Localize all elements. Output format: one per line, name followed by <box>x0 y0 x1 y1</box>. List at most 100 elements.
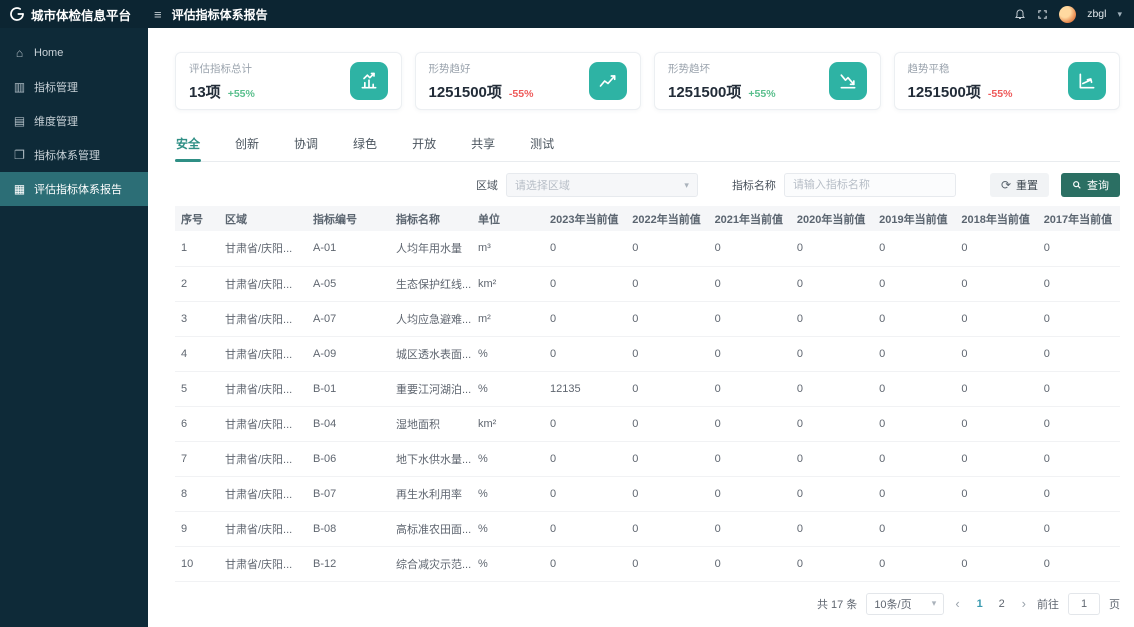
column-header: 区域 <box>219 206 307 231</box>
tab-开放[interactable]: 开放 <box>411 127 437 161</box>
menu-collapse-icon[interactable]: ≡ <box>154 7 162 22</box>
topbar-actions: zbgl ▾ <box>1014 5 1134 23</box>
tab-绿色[interactable]: 绿色 <box>352 127 378 161</box>
indicator-table: 序号 区域 指标编号 指标名称 单位 2023年当前值 2022年当前值 2021年当前值 20… <box>175 206 1120 582</box>
table-cell: 0 <box>1037 301 1120 337</box>
goto-label: 前往 <box>1037 598 1059 611</box>
table-cell: B-06 <box>307 441 390 477</box>
tab-测试[interactable]: 测试 <box>529 127 555 161</box>
table-cell: 0 <box>790 336 874 372</box>
card-delta-badge: -55% <box>508 87 534 100</box>
table-cell: 0 <box>1037 406 1120 442</box>
table-cell: 0 <box>708 476 791 512</box>
table-cell: 0 <box>955 301 1038 337</box>
page-number-1[interactable]: 1 <box>971 598 989 610</box>
table-cell: 0 <box>544 301 627 337</box>
column-header: 2017年当前值 <box>1037 206 1120 231</box>
table-cell: B-01 <box>307 371 390 407</box>
table-cell: % <box>472 476 544 512</box>
table-cell: 10 <box>175 546 219 582</box>
next-page-button[interactable]: › <box>1020 596 1028 611</box>
column-header: 2022年当前值 <box>626 206 709 231</box>
tab-安全[interactable]: 安全 <box>175 127 202 162</box>
table-cell: 6 <box>175 406 219 442</box>
table-cell: 0 <box>708 441 791 477</box>
goto-page-input[interactable] <box>1068 592 1100 615</box>
card-delta-badge: -55% <box>987 87 1013 100</box>
card-title: 趋势平稳 <box>907 62 950 75</box>
table-cell: 0 <box>955 441 1038 477</box>
tab-共享[interactable]: 共享 <box>470 127 496 161</box>
bell-icon[interactable] <box>1014 8 1026 20</box>
table-cell: % <box>472 511 544 547</box>
sidebar-item-dimension-management[interactable]: ▤ 维度管理 <box>0 104 148 138</box>
app-root: 城市体检信息平台 ≡ 评估指标体系报告 zbgl ▾ ⌂ Home ▥ 指标管理 ▤ 维度… <box>0 0 1134 627</box>
table-cell: 0 <box>873 336 956 372</box>
fullscreen-icon[interactable] <box>1037 9 1048 20</box>
column-header: 2023年当前值 <box>544 206 627 231</box>
table-cell: 0 <box>955 476 1038 512</box>
prev-page-button[interactable]: ‹ <box>953 596 961 611</box>
table-cell: 1 <box>175 231 219 267</box>
table-row: 10 甘肃省/庆阳... B-12 综合减灾示范...% 0 0 0 0 0 0 0 <box>175 546 1120 582</box>
table-cell: 0 <box>873 371 956 407</box>
chevron-down-icon[interactable]: ▾ <box>1117 9 1122 20</box>
table-cell: 0 <box>1037 336 1120 372</box>
table-cell: 0 <box>1037 511 1120 547</box>
folder-icon: ❐ <box>14 148 25 162</box>
table-cell: 0 <box>708 546 791 582</box>
tab-协调[interactable]: 协调 <box>293 127 319 161</box>
table-cell: 0 <box>955 231 1038 267</box>
stat-card-4: 趋势平稳 1251500项 -55% <box>893 52 1120 110</box>
table-cell: km² <box>472 266 544 302</box>
chevron-down-icon: ▾ <box>931 598 937 608</box>
table-cell: 0 <box>955 511 1038 547</box>
table-cell: 8 <box>175 476 219 512</box>
page-number-2[interactable]: 2 <box>993 598 1011 610</box>
table-cell: 0 <box>626 441 709 477</box>
table-cell: 0 <box>544 441 627 477</box>
region-select[interactable]: 请选择区域 ▾ <box>505 173 698 197</box>
table-cell: 0 <box>790 476 874 512</box>
user-avatar[interactable] <box>1059 5 1077 23</box>
table-cell: 0 <box>955 336 1038 372</box>
card-delta-badge: +55% <box>227 87 255 100</box>
stat-card-2: 形势趋好 1251500项 -55% <box>414 52 641 110</box>
home-icon: ⌂ <box>15 46 24 60</box>
table-cell: 0 <box>873 476 956 512</box>
username: zbgl <box>1087 8 1107 20</box>
page-size-select[interactable]: 10条/页 ▾ <box>866 592 945 615</box>
table-cell: 0 <box>626 266 709 302</box>
table-row: 9 甘肃省/庆阳... B-08 高标准农田面...% 0 0 0 0 0 0 0 <box>175 511 1120 547</box>
refresh-icon: ⟳ <box>1000 178 1011 192</box>
table-cell: 0 <box>873 441 956 477</box>
table-cell: 0 <box>626 371 709 407</box>
table-cell: 再生水利用率 <box>390 476 472 512</box>
top-bar: 城市体检信息平台 ≡ 评估指标体系报告 zbgl ▾ <box>0 0 1134 28</box>
sidebar-item-label: 维度管理 <box>34 116 78 128</box>
table-row: 5 甘肃省/庆阳... B-01 重要江河湖泊...% 12135 0 0 0 0 0 0 <box>175 371 1120 407</box>
reset-button[interactable]: ⟳ 重置 <box>989 173 1049 197</box>
card-title: 形势趋坏 <box>668 62 710 75</box>
column-header: 2019年当前值 <box>873 206 956 231</box>
sidebar-item-evaluation-report[interactable]: ▦ 评估指标体系报告 <box>0 172 148 206</box>
search-button[interactable]: 查询 <box>1061 173 1120 197</box>
sidebar-item-indicator-management[interactable]: ▥ 指标管理 <box>0 70 148 104</box>
table-cell: 0 <box>626 231 709 267</box>
table-cell: 0 <box>708 301 791 337</box>
search-icon <box>1072 180 1082 190</box>
sidebar-item-indicator-system-management[interactable]: ❐ 指标体系管理 <box>0 138 148 172</box>
card-value: 1251500项 <box>428 83 502 101</box>
bar-chart-icon <box>349 62 388 100</box>
table-cell: % <box>472 546 544 582</box>
table-cell: 0 <box>790 441 874 477</box>
table-cell: 0 <box>626 476 709 512</box>
table-body: 1 甘肃省/庆阳... A-01 人均年用水量 m³ 0 0 0 0 0 0 0 2 甘肃省/庆阳... A… <box>175 231 1120 582</box>
table-cell: 3 <box>175 301 219 337</box>
card-delta-badge: +55% <box>748 87 776 100</box>
indicator-name-input[interactable] <box>783 173 956 197</box>
tab-创新[interactable]: 创新 <box>234 127 260 161</box>
sidebar-menu: ⌂ Home ▥ 指标管理 ▤ 维度管理 ❐ 指标体系管理 ▦ 评估指标体系报告 <box>0 36 148 206</box>
table-row: 3 甘肃省/庆阳... A-07 人均应急避难... m² 0 0 0 0 0 0 0 <box>175 301 1120 337</box>
sidebar-item-home[interactable]: ⌂ Home <box>0 36 148 70</box>
